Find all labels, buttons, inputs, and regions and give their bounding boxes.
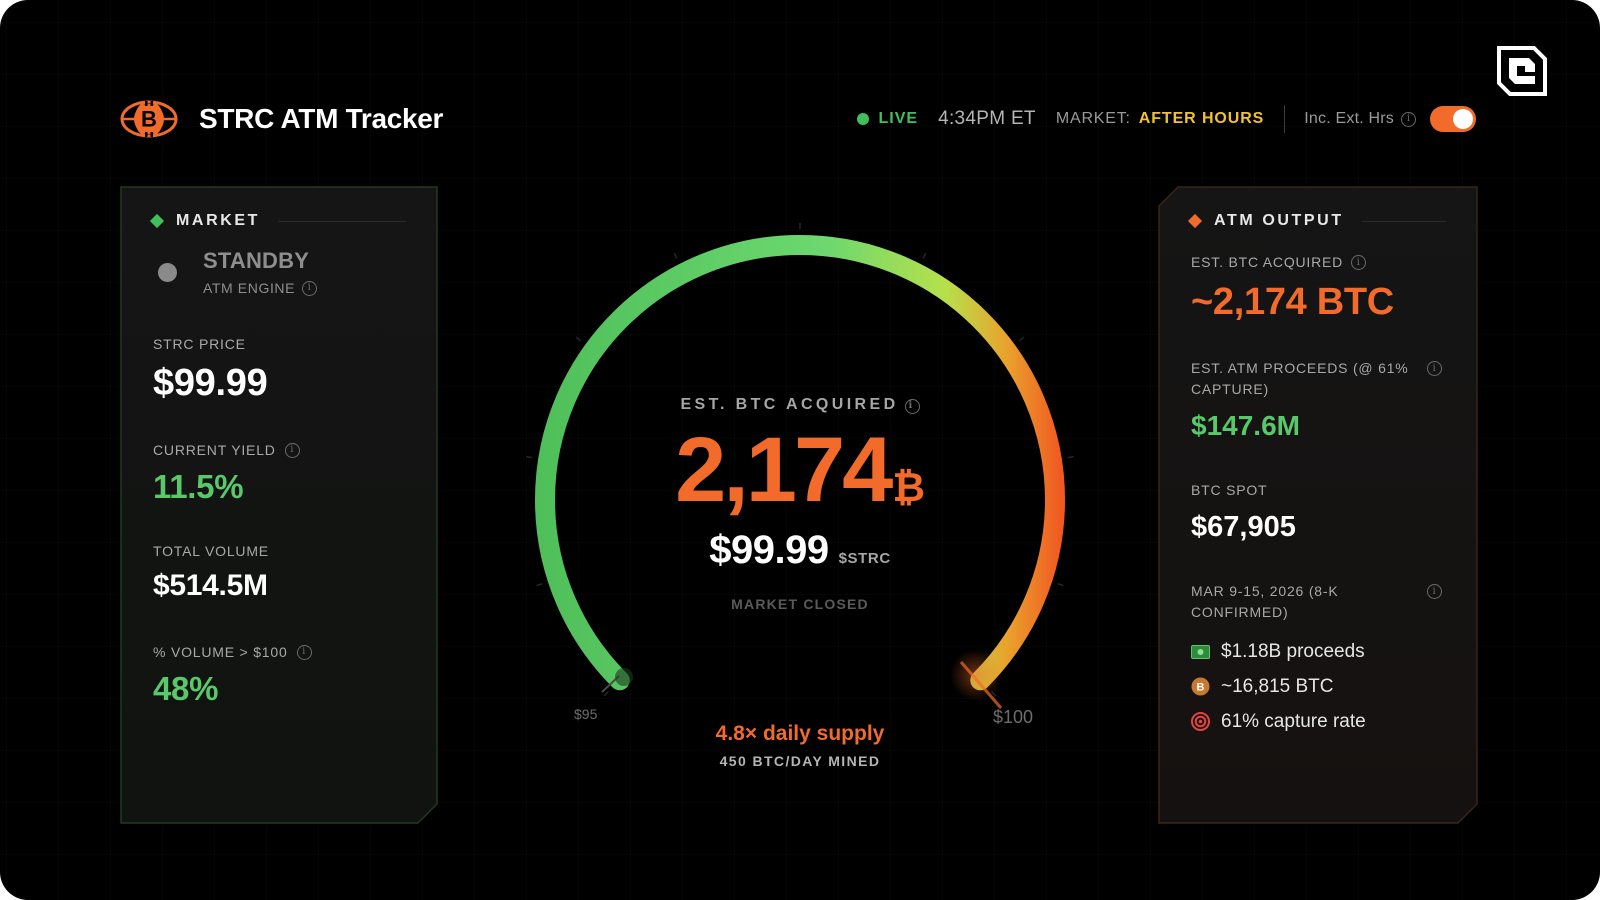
gauge-price-value: $99.99 [709, 528, 829, 572]
live-label: LIVE [878, 110, 919, 127]
diamond-icon [1187, 213, 1203, 229]
metric-label: STRC PRICE [153, 336, 246, 352]
metric-current-yield: CURRENT YIELD i 11.5% [153, 442, 300, 506]
list-item: $1.18B proceeds [1191, 634, 1366, 669]
gauge-ticker: $STRC [838, 550, 891, 567]
info-icon[interactable]: i [284, 442, 300, 458]
toggle-knob [1453, 109, 1473, 129]
metric-value: $99.99 [153, 362, 268, 404]
heading-rule [278, 220, 406, 222]
corner-brand-logo [1497, 46, 1547, 96]
gauge-price: $99.99 $STRC [560, 528, 1040, 573]
metric-label: MAR 9-15, 2026 (8-K CONFIRMED) [1191, 583, 1339, 620]
atm-output-panel-header: ATM OUTPUT [1187, 212, 1446, 230]
est-btc-acquired: EST. BTC ACQUIRED i ~2,174 BTC [1191, 252, 1442, 324]
atm-output-panel: ATM OUTPUT EST. BTC ACQUIRED i ~2,174 BTC… [1158, 186, 1478, 824]
metric-label: TOTAL VOLUME [153, 543, 269, 559]
app-title: STRC ATM Tracker [199, 103, 444, 134]
engine-state: STANDBY [203, 248, 310, 273]
metric-label: BTC SPOT [1191, 482, 1268, 498]
heading-rule [1361, 220, 1446, 222]
clock-time: 4:34PM ET [938, 108, 1036, 129]
metric-total-volume: TOTAL VOLUME $514.5M [153, 543, 269, 603]
metric-label: EST. ATM PROCEEDS (@ 61% CAPTURE) [1191, 360, 1409, 397]
metric-value: $67,905 [1191, 511, 1296, 543]
list-item-text: $1.18B proceeds [1221, 640, 1365, 662]
extended-hours-toggle[interactable] [1430, 106, 1476, 132]
engine-label: ATM ENGINE [203, 280, 296, 296]
metric-value: 11.5% [153, 468, 244, 505]
list-item: B ~16,815 BTC [1191, 669, 1366, 704]
gauge-status: MARKET CLOSED [731, 596, 869, 612]
market-label: MARKET: [1055, 110, 1131, 127]
info-icon[interactable]: i [1351, 255, 1367, 270]
daily-supply-multiple: 4.8× daily supply [715, 722, 885, 745]
market-state: AFTER HOURS [1138, 110, 1265, 127]
market-panel: MARKET STANDBY ATM ENGINE i STRC PRICE $… [120, 186, 438, 824]
bitcoin-unit: ₿ [892, 466, 925, 510]
info-icon[interactable]: i [904, 398, 920, 414]
gauge-value: 2,174₿ [560, 418, 1040, 523]
info-icon[interactable]: i [302, 280, 318, 296]
metric-label: CURRENT YIELD [153, 442, 276, 458]
metric-value: $514.5M [153, 569, 268, 602]
info-icon[interactable]: i [1427, 361, 1442, 376]
list-item-text: 61% capture rate [1221, 710, 1366, 732]
extended-hours-label: Inc. Ext. Hrs [1304, 110, 1394, 127]
diamond-icon [149, 213, 165, 229]
gauge-value-number: 2,174 [675, 419, 893, 521]
market-panel-header: MARKET [149, 212, 406, 230]
engine-status-dot [158, 262, 177, 282]
cash-icon [1191, 642, 1210, 661]
btc-spot: BTC SPOT $67,905 [1191, 480, 1442, 544]
metric-value: ~2,174 BTC [1191, 281, 1394, 323]
info-icon[interactable]: i [1427, 584, 1442, 599]
panel-heading: MARKET [176, 212, 261, 229]
est-atm-proceeds: EST. ATM PROCEEDS (@ 61% CAPTURE) i $147.… [1191, 358, 1442, 442]
gauge-min-label: $95 [574, 706, 598, 722]
metric-value: 48% [153, 670, 219, 707]
gauge-label-text: EST. BTC ACQUIRED [680, 396, 899, 413]
info-icon[interactable]: i [296, 644, 312, 660]
panel-heading: ATM OUTPUT [1214, 212, 1344, 229]
bitcoin-globe-logo-icon: B [120, 100, 178, 138]
metric-strc-price: STRC PRICE $99.99 [153, 336, 268, 405]
weekly-confirmed-header: MAR 9-15, 2026 (8-K CONFIRMED) i [1191, 581, 1442, 623]
atm-engine-status: STANDBY ATM ENGINE i [158, 248, 318, 296]
metric-label: % VOLUME > $100 [153, 644, 288, 660]
brand: B STRC ATM Tracker [120, 96, 443, 142]
svg-text:B: B [1197, 682, 1205, 694]
svg-text:B: B [141, 107, 157, 132]
status-divider [1284, 105, 1286, 133]
target-icon [1191, 712, 1210, 731]
live-indicator-dot [856, 113, 869, 125]
info-icon[interactable]: i [1401, 111, 1416, 127]
list-item: 61% capture rate [1191, 704, 1366, 739]
status-bar: LIVE 4:34PM ET MARKET: AFTER HOURS Inc. … [856, 102, 1476, 136]
bitcoin-coin-icon: B [1191, 677, 1210, 696]
app-window: B STRC ATM Tracker LIVE 4:34PM ET MARKET… [0, 0, 1600, 900]
metric-label: EST. BTC ACQUIRED [1191, 254, 1344, 270]
weekly-confirmed-list: $1.18B proceeds B ~16,815 BTC 61% captur… [1191, 634, 1366, 739]
gauge-label: EST. BTC ACQUIRED i [560, 396, 1040, 414]
daily-btc-mined: 450 BTC/DAY MINED [719, 753, 881, 769]
list-item-text: ~16,815 BTC [1221, 675, 1334, 697]
metric-volume-above-100: % VOLUME > $100 i 48% [153, 644, 312, 708]
metric-value: $147.6M [1191, 410, 1300, 441]
